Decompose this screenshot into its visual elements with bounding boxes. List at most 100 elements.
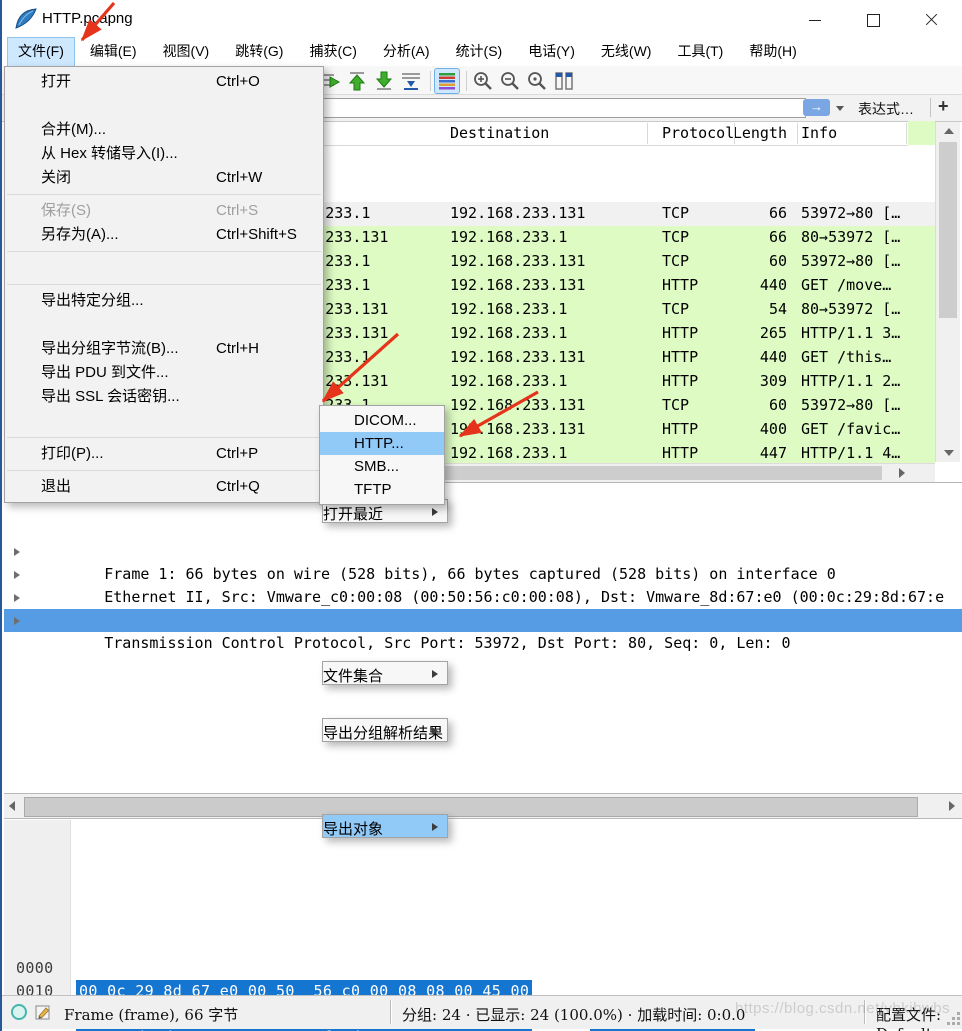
menubar-item[interactable]: 统计(S) [446,38,513,66]
menubar-item[interactable]: 帮助(H) [739,38,806,66]
column-divider[interactable] [647,123,648,144]
cell-info: 80→53972 [… [801,300,900,318]
menubar-item[interactable]: 分析(A) [373,38,440,66]
expression-button[interactable]: 表达式… [858,99,914,119]
file-menu-item[interactable] [7,194,321,195]
file-menu-item[interactable] [7,470,321,471]
packet-list-vertical-scrollbar [935,122,960,462]
detail-line[interactable]: Frame 1: 66 bytes on wire (528 bits), 66… [4,540,962,563]
file-menu-item[interactable]: 文件集合 [322,661,448,685]
detail-line[interactable]: Ethernet II, Src: Vmware_c0:00:08 (00:50… [4,563,962,586]
scroll-right-arrow[interactable] [892,465,912,481]
zoom-in-icon[interactable] [471,69,495,93]
auto-scroll-icon[interactable] [399,69,423,93]
column-divider[interactable] [734,123,735,144]
menu-item-label: 导出 SSL 会话密钥... [41,388,180,405]
title-bar[interactable]: HTTP.pcapng [2,0,962,38]
scroll-thumb[interactable] [939,142,957,318]
wireshark-icon [14,7,38,31]
file-menu-item[interactable] [7,437,321,438]
column-header-destination[interactable]: Destination [450,124,549,142]
hex-view-pane: 0000 00 0c 29 8d 67 e0 00 50 56 c0 00 08… [4,820,962,995]
menu-item-shortcut: Ctrl+O [216,70,260,94]
submenu-item[interactable]: DICOM... [320,409,444,432]
file-menu-item[interactable]: 另存为(A)... Ctrl+Shift+S [5,223,323,247]
cell-info: GET /favic… [801,420,900,438]
column-header-length[interactable]: Length [702,124,787,142]
scroll-thumb[interactable] [24,797,918,817]
menubar-item[interactable]: 文件(F) [8,38,74,66]
cell-info: 53972→80 [… [801,396,900,414]
menu-item-shortcut: Ctrl+Shift+S [216,223,297,247]
minimize-button[interactable] [800,10,830,30]
resize-columns-icon[interactable] [552,69,576,93]
capture-file-properties-icon[interactable] [10,1003,28,1021]
detail-line[interactable]: Internet Protocol Version 4, Src: 192.16… [4,586,962,609]
filter-dropdown-caret-icon[interactable] [832,99,848,116]
file-menu-item[interactable]: 退出 Ctrl+Q [5,475,323,499]
cell-destination: 192.168.233.131 [450,276,585,294]
file-menu-item[interactable]: 导出 SSL 会话密钥... [5,385,323,409]
close-button[interactable] [916,10,946,30]
scroll-up-arrow[interactable] [936,122,960,140]
menubar-item[interactable]: 捕获(C) [299,38,366,66]
menubar-item[interactable]: 无线(W) [591,38,662,66]
go-first-packet-icon[interactable] [345,69,369,93]
column-divider[interactable] [906,123,907,144]
file-menu-item[interactable]: 导出分组解析结果 [322,718,448,742]
menubar-item[interactable]: 编辑(E) [80,38,147,66]
cell-info: HTTP/1.1 3… [801,324,900,342]
apply-filter-button[interactable]: → [803,99,830,116]
file-menu-item[interactable]: 从 Hex 转储导入(I)... [5,142,323,166]
cell-length: 60 [702,396,787,414]
menubar-item[interactable]: 电话(Y) [518,38,585,66]
file-menu-item[interactable]: 导出 PDU 到文件... [5,361,323,385]
cell-info: 80→53972 [… [801,228,900,246]
file-menu-item[interactable]: 保存(S) Ctrl+S [5,199,323,223]
file-menu-item[interactable] [7,251,321,252]
submenu-item[interactable]: HTTP... [320,432,444,455]
status-packets: 分组: 24 [402,1006,461,1024]
cell-destination: 192.168.233.131 [450,348,585,366]
detail-line[interactable]: Transmission Control Protocol, Src Port:… [4,609,962,632]
dot-separator: · [628,1006,633,1024]
menu-item-label: 保存(S) [41,202,91,219]
menu-bar: 文件(F)编辑(E)视图(V)跳转(G)捕获(C)分析(A)统计(S)电话(Y)… [2,38,962,66]
zoom-reset-icon[interactable] [525,69,549,93]
menubar-item[interactable]: 工具(T) [667,38,733,66]
menu-item-label: 导出对象 [323,821,383,838]
zoom-out-icon[interactable] [498,69,522,93]
file-menu-item[interactable]: 导出对象 [322,814,448,838]
scroll-right-arrow[interactable] [946,798,960,814]
column-divider[interactable] [797,123,798,144]
cell-info: GET /this… [801,348,891,366]
menu-item-shortcut: Ctrl+S [216,199,258,223]
status-load-time: 加载时间: 0:0.0 [637,1006,745,1024]
go-last-packet-icon[interactable] [372,69,396,93]
details-horizontal-scrollbar [4,793,962,819]
file-menu-item[interactable] [7,284,321,285]
colorize-packets-icon[interactable] [435,69,459,93]
scroll-left-arrow[interactable] [6,798,20,814]
menubar-item[interactable]: 视图(V) [153,38,220,66]
file-menu-item[interactable]: 导出分组字节流(B)... Ctrl+H [5,337,323,361]
file-menu-item[interactable]: 关闭 Ctrl+W [5,166,323,190]
scroll-down-arrow[interactable] [936,444,960,462]
submenu-item[interactable]: SMB... [320,455,444,478]
column-header-info[interactable]: Info [801,124,837,142]
cell-protocol: HTTP [662,372,698,390]
add-filter-button[interactable]: + [938,96,949,117]
cell-destination: 192.168.233.1 [450,300,567,318]
submenu-item[interactable]: TFTP [320,478,444,501]
file-menu-item[interactable]: 合并(M)... [5,118,323,142]
menubar-item[interactable]: 跳转(G) [225,38,293,66]
maximize-button[interactable] [858,10,888,30]
file-menu-item[interactable]: 导出特定分组... [5,289,323,313]
file-menu-item[interactable]: 打开 Ctrl+O [5,70,323,94]
cell-length: 447 [702,444,787,462]
cell-destination: 192.168.233.1 [450,324,567,342]
capture-comment-icon[interactable] [34,1003,52,1021]
scroll-thumb[interactable] [442,466,882,480]
status-packet-counts: 分组: 24 · 已显示: 24 (100.0%) · 加载时间: 0:0.0 [402,1004,745,1025]
file-menu-item[interactable]: 打印(P)... Ctrl+P [5,442,323,466]
